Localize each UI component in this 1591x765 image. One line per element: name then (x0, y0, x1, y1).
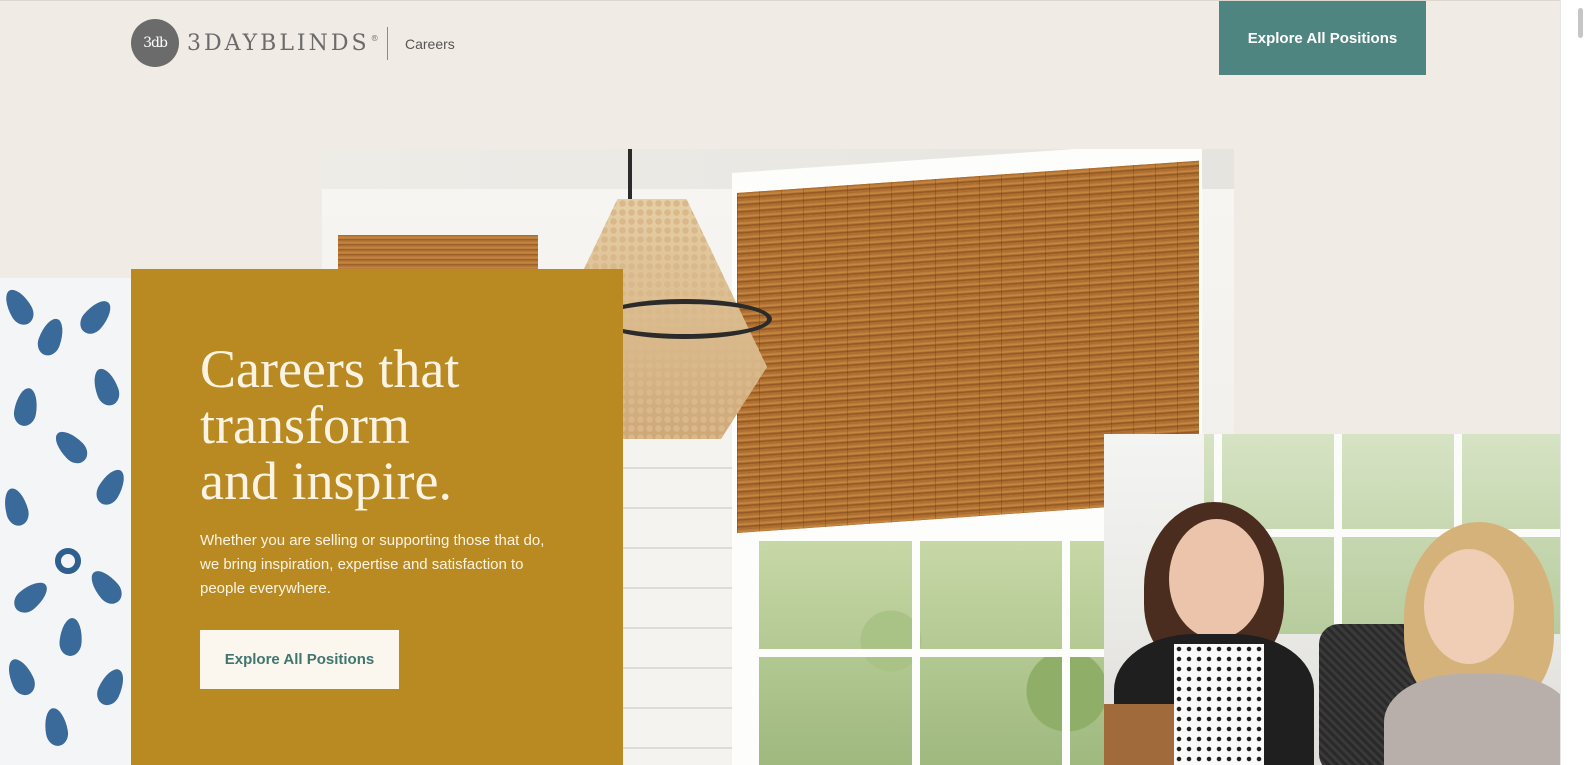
pattern-leaf (93, 665, 129, 709)
hero-title-line: and inspire. (200, 451, 452, 511)
person-face (1424, 549, 1514, 664)
hero-title-line: Careers that (200, 339, 460, 399)
chandelier-ring (597, 299, 772, 339)
pattern-image (0, 278, 131, 765)
pattern-leaf (0, 285, 39, 329)
explore-positions-hero-button[interactable]: Explore All Positions (200, 630, 399, 689)
person-face (1169, 519, 1264, 639)
polka-dot-blouse (1174, 644, 1264, 765)
pattern-leaf (34, 315, 68, 359)
hero-card: Careers that transform and inspire. Whet… (131, 269, 623, 765)
sample-swatch (1104, 704, 1174, 765)
header-divider (387, 27, 388, 60)
hero-title: Careers that transform and inspire. (200, 341, 600, 509)
registered-mark: ® (370, 34, 382, 44)
pattern-leaf (41, 706, 71, 748)
logo-word-text: 3DAYBLINDS (187, 30, 370, 56)
pattern-flower (55, 548, 81, 574)
logo-mark-text: 3db (143, 35, 168, 51)
person-sweater (1384, 674, 1560, 765)
page-scrollbar[interactable] (1560, 0, 1591, 765)
people-image (1104, 434, 1560, 765)
pattern-leaf (85, 565, 127, 609)
pattern-leaf (49, 425, 93, 469)
hero-title-line: transform (200, 395, 410, 455)
brand-logo[interactable]: 3db 3DAYBLINDS® (131, 19, 382, 67)
careers-link[interactable]: Careers (405, 36, 455, 52)
hero-description: Whether you are selling or supporting th… (200, 532, 545, 597)
pattern-leaf (58, 617, 84, 657)
scrollbar-thumb[interactable] (1578, 8, 1583, 38)
pattern-leaf (75, 295, 117, 339)
pattern-leaf (89, 365, 123, 409)
explore-positions-header-button[interactable]: Explore All Positions (1219, 1, 1426, 75)
site-header: 3db 3DAYBLINDS® Careers Explore All Posi… (0, 0, 1591, 90)
logo-mark-icon: 3db (131, 19, 179, 67)
pattern-leaf (9, 576, 53, 618)
pattern-leaf (3, 655, 39, 699)
pattern-leaf (11, 386, 41, 428)
shiplap-wall (622, 429, 742, 765)
pattern-leaf (91, 465, 131, 509)
logo-wordmark: 3DAYBLINDS® (187, 31, 382, 56)
pattern-leaf (0, 485, 32, 529)
